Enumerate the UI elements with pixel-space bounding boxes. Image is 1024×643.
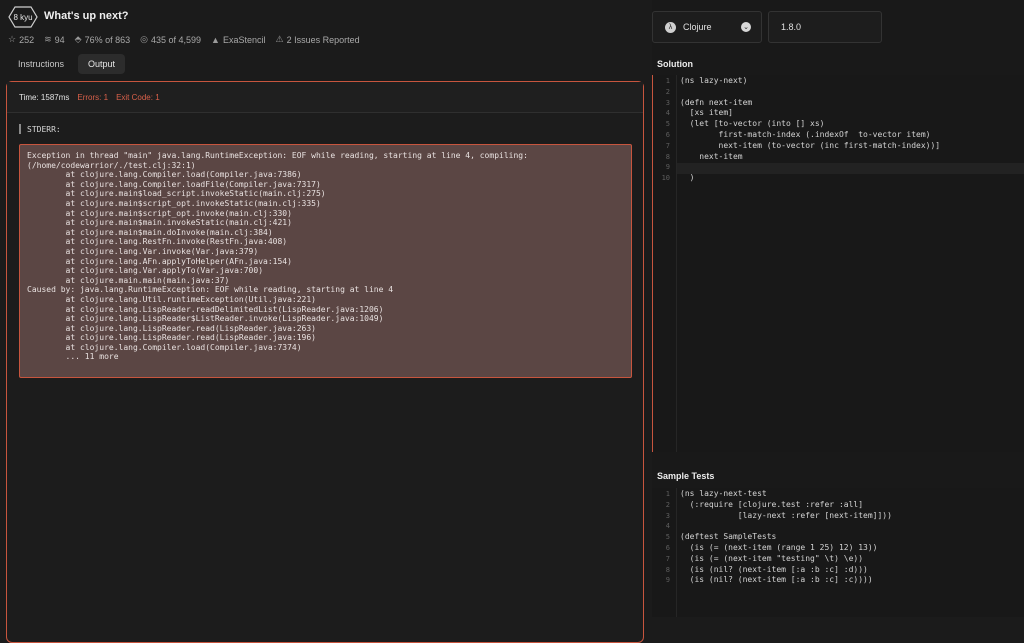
stderr-label: STDERR: (27, 124, 61, 134)
collections-stat[interactable]: ≋ 94 (44, 34, 65, 45)
completed-value: 435 of 4,599 (151, 34, 202, 45)
stderr-text: Exception in thread "main" java.lang.Run… (27, 151, 528, 362)
solution-line-number: 2 (665, 87, 670, 96)
tests-line-number: 3 (665, 511, 670, 520)
sample-tests-heading: Sample Tests (657, 471, 715, 481)
solution-code-line: [xs item] (680, 108, 733, 118)
solution-code-line: (let [to-vector (into [] xs) (680, 119, 825, 129)
stderr-marker (19, 124, 21, 134)
author-stat[interactable]: ▲ ExaStencil (211, 35, 265, 45)
tests-code-line: (:require [clojure.test :refer :all] (680, 499, 864, 509)
star-icon: ☆ (8, 34, 17, 44)
version-select[interactable]: 1.8.0 (768, 11, 882, 43)
thumbs-icon: ⬘ (74, 34, 82, 44)
tests-code-line: (deftest SampleTests (680, 532, 777, 542)
tests-code-line: (is (nil? (next-item [:a :b :c] :d))) (680, 564, 868, 574)
left-panel: 8 kyu What's up next? ☆ 252 ≋ 94 ⬘ 76% o… (0, 0, 652, 643)
version-value: 1.8.0 (781, 22, 802, 32)
tests-line-number: 5 (665, 533, 670, 542)
stderr-output: Exception in thread "main" java.lang.Run… (19, 144, 632, 378)
issues-stat[interactable]: ⚠ 2 Issues Reported (276, 34, 360, 45)
output-tabs: Instructions Output (8, 54, 126, 74)
tests-line-number: 2 (665, 500, 670, 509)
solution-line-number: 8 (665, 152, 670, 161)
solution-code-line: (ns lazy-next) (680, 76, 748, 85)
satisfaction-stat: ⬘ 76% of 863 (75, 34, 130, 45)
tests-line-number: 7 (665, 554, 670, 563)
exit-code: Exit Code: 1 (116, 92, 160, 102)
run-time: Time: 1587ms (19, 92, 70, 102)
solution-code-line: (defn next-item (680, 97, 753, 107)
sample-tests-editor[interactable]: 1 (ns lazy-next-test 2 (:require [clojure.… (652, 488, 1024, 617)
errors-count: Errors: 1 (77, 92, 109, 102)
clojure-logo-icon: λ (665, 21, 676, 33)
solution-code-line: ) (680, 173, 695, 183)
collections-count: 94 (54, 34, 65, 45)
satisfaction-value: 76% of 863 (84, 34, 131, 45)
tab-output[interactable]: Output (78, 54, 126, 74)
solution-code-line: first-match-index (.indexOf to-vector it… (680, 130, 931, 139)
solution-code-line: next-item (to-vector (inc first-match-in… (680, 140, 941, 150)
output-panel: Time: 1587ms Errors: 1 Exit Code: 1 STDE… (6, 81, 644, 643)
solution-line-number: 4 (665, 109, 670, 118)
solution-line-number: 9 (665, 163, 670, 172)
solution-line-number: 1 (665, 77, 670, 85)
solution-edge (652, 75, 653, 452)
run-summary: Time: 1587ms Errors: 1 Exit Code: 1 (7, 82, 643, 113)
solution-line-number: 10 (661, 174, 670, 183)
solution-line-number: 6 (665, 131, 670, 139)
stars-stat[interactable]: ☆ 252 (8, 34, 34, 45)
tests-line-number: 8 (665, 565, 670, 574)
language-select[interactable]: λ Clojure ⌄ (652, 11, 762, 43)
author-name[interactable]: ExaStencil (223, 35, 266, 45)
stderr-heading: STDERR: (19, 124, 61, 134)
kata-title[interactable]: What's up next? (44, 10, 129, 22)
tests-line-number: 9 (665, 576, 670, 585)
tests-code-line: (is (= (next-item (range 1 25) 12) 13)) (680, 543, 878, 552)
user-icon: ▲ (211, 34, 220, 45)
warning-icon: ⚠ (275, 34, 284, 44)
tab-instructions[interactable]: Instructions (8, 54, 74, 74)
solution-line-number: 5 (665, 120, 670, 129)
solution-line-number: 3 (665, 98, 670, 107)
language-value: Clojure (683, 22, 712, 32)
tests-code-line: (is (= (next-item "testing" \t) \e)) (680, 553, 864, 563)
issues-link[interactable]: 2 Issues Reported (287, 35, 360, 45)
completed-stat: ◎ 435 of 4,599 (140, 34, 201, 45)
stars-count: 252 (19, 34, 35, 45)
tests-line-number: 1 (665, 490, 670, 498)
rank-label: 8 kyu (13, 12, 33, 22)
tests-code-line: (ns lazy-next-test (680, 489, 767, 498)
target-icon: ◎ (140, 34, 148, 44)
solution-heading: Solution (657, 59, 693, 69)
solution-code-line: next-item (680, 151, 743, 161)
rank-badge: 8 kyu (8, 6, 38, 28)
right-panel: λ Clojure ⌄ 1.8.0 Solution 1 (ns lazy-nex… (652, 0, 1024, 617)
kata-stats: ☆ 252 ≋ 94 ⬘ 76% of 863 ◎ 435 of 4,599 ▲… (8, 34, 360, 45)
stack-icon: ≋ (44, 34, 52, 44)
solution-editor[interactable]: 1 (ns lazy-next) 2 3 (defn next-item 4 [xs it… (652, 75, 1024, 452)
chevron-down-icon: ⌄ (741, 22, 751, 32)
tests-line-number: 6 (665, 544, 670, 552)
tests-line-number: 4 (665, 522, 670, 531)
solution-line-number: 7 (665, 141, 670, 150)
tests-code-line: [lazy-next :refer [next-item]])) (680, 510, 892, 520)
active-line (677, 163, 1024, 174)
tests-code-line: (is (nil? (next-item [:a :b :c] :c)))) (680, 575, 873, 585)
